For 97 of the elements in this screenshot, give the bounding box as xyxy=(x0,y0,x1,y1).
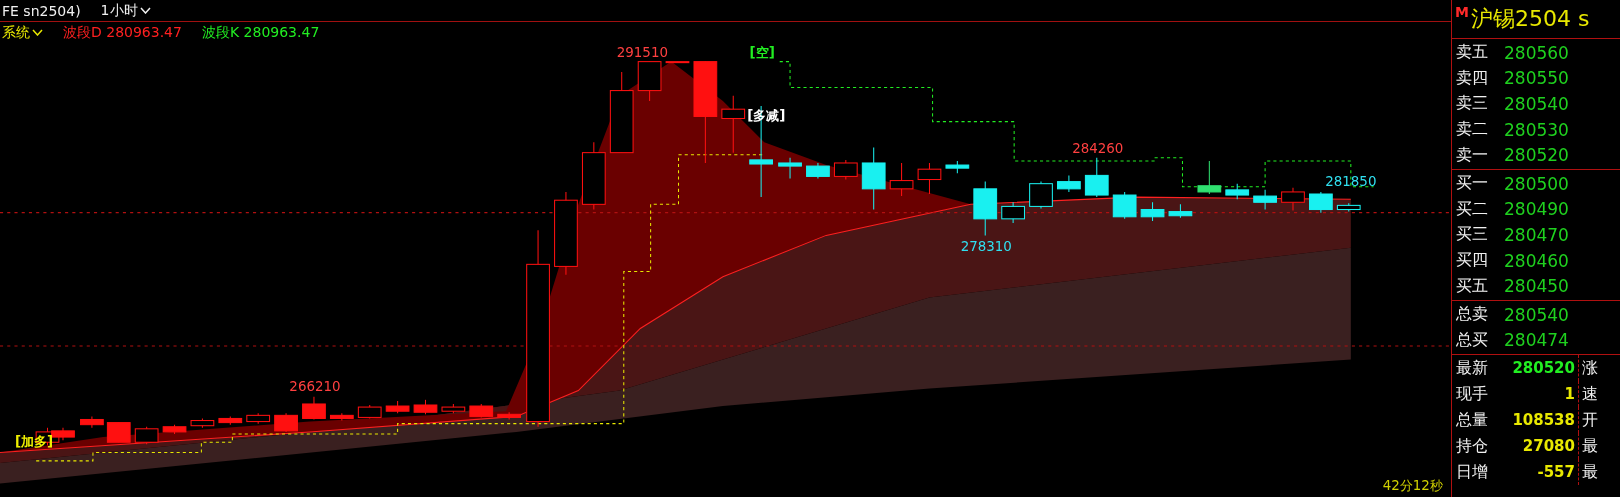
candlestick xyxy=(1336,202,1361,213)
countdown-timer: 42分12秒 xyxy=(1382,477,1443,493)
stat-value: 108538 xyxy=(1512,411,1576,430)
stat-value: 280520 xyxy=(1512,359,1576,378)
stat-label: 总量 xyxy=(1456,409,1489,431)
order-price: 280460 xyxy=(1504,250,1569,271)
candlestick xyxy=(1057,174,1081,193)
price-label: 291510 xyxy=(616,45,668,61)
candlestick xyxy=(917,162,942,195)
candlestick xyxy=(497,411,521,420)
candlestick xyxy=(833,159,858,181)
price-label: 266210 xyxy=(289,378,341,394)
stat-label: 最 xyxy=(1578,433,1620,460)
candlestick xyxy=(106,422,131,443)
candlestick xyxy=(1112,191,1137,220)
candlestick xyxy=(134,426,159,445)
candlestick xyxy=(469,403,494,418)
candlestick xyxy=(162,424,187,435)
candlestick xyxy=(357,404,382,419)
signal-label: [空] xyxy=(749,45,775,61)
order-level-label: 卖五 xyxy=(1456,42,1488,64)
candlestick xyxy=(274,412,298,433)
candlestick xyxy=(889,162,914,197)
order-price: 280540 xyxy=(1504,304,1569,325)
order-level-label: 卖三 xyxy=(1456,93,1488,115)
period-dropdown[interactable]: 1小时 xyxy=(100,1,151,20)
candlestick xyxy=(385,400,410,414)
candlestick xyxy=(1084,157,1109,198)
candlestick xyxy=(721,95,746,154)
stat-label: 最新 xyxy=(1456,357,1489,379)
order-level-label: 总买 xyxy=(1456,329,1488,351)
stat-label: 速 xyxy=(1578,381,1620,408)
stat-label: 现手 xyxy=(1456,383,1489,405)
indicator-value: 波段K 280963.47 xyxy=(201,23,320,42)
candlestick xyxy=(413,399,438,415)
symbol-label: FE sn2504) xyxy=(2,2,81,19)
price-label: 281850 xyxy=(1325,173,1377,189)
candlestick xyxy=(218,415,243,426)
order-level-label: 买四 xyxy=(1456,250,1488,272)
candlestick xyxy=(637,61,662,102)
candlestick xyxy=(973,181,998,236)
candlestick xyxy=(1029,181,1053,209)
candlestick xyxy=(1140,201,1165,222)
candlestick xyxy=(80,415,104,429)
stat-label: 最 xyxy=(1578,459,1620,486)
stat-label: 开 xyxy=(1578,407,1620,434)
order-level-label: 卖二 xyxy=(1456,119,1488,141)
stat-value: 1 xyxy=(1563,385,1576,404)
order-price: 280500 xyxy=(1504,173,1569,194)
price-label: 284260 xyxy=(1072,140,1124,156)
order-price: 280560 xyxy=(1504,42,1569,63)
order-price: 280550 xyxy=(1504,68,1569,89)
candlestick xyxy=(861,146,886,211)
candlestick xyxy=(329,412,354,422)
candlestick xyxy=(778,157,802,179)
candlestick xyxy=(1309,191,1333,214)
candlestick xyxy=(190,417,215,429)
indicator-value: 波段D 280963.47 xyxy=(63,23,182,42)
stat-label: 日增 xyxy=(1456,461,1489,483)
candlestick xyxy=(441,403,466,414)
candlestick xyxy=(1225,183,1250,200)
candlestick xyxy=(665,61,690,64)
candlestick xyxy=(1197,160,1222,195)
order-price: 280530 xyxy=(1504,119,1569,140)
order-price: 280490 xyxy=(1504,199,1569,220)
contract-title: 沪锡2504 s xyxy=(1470,5,1590,33)
stat-value: 27080 xyxy=(1521,437,1576,456)
candlestick xyxy=(246,412,271,425)
market-letter: M xyxy=(1455,4,1469,20)
candlestick xyxy=(945,160,970,174)
candlestick xyxy=(302,396,326,420)
stat-label: 持仓 xyxy=(1456,435,1489,457)
system-dropdown[interactable]: 系统 xyxy=(2,23,43,42)
order-level-label: 买五 xyxy=(1456,275,1488,297)
order-level-label: 卖四 xyxy=(1456,67,1488,89)
order-price: 280520 xyxy=(1504,145,1569,166)
caret-icon xyxy=(32,29,43,36)
stat-value: -557 xyxy=(1536,463,1576,482)
candlestick xyxy=(1168,203,1193,219)
candlestick xyxy=(1001,201,1025,224)
candlestick xyxy=(581,141,606,211)
candlestick xyxy=(1281,187,1305,212)
order-level-label: 买三 xyxy=(1456,224,1488,246)
order-price: 280450 xyxy=(1504,276,1569,297)
candlestick xyxy=(51,427,75,441)
candlestick xyxy=(806,162,830,179)
order-price: 280470 xyxy=(1504,224,1569,245)
order-level-label: 买一 xyxy=(1456,173,1488,195)
order-level-label: 买二 xyxy=(1456,198,1488,220)
caret-icon xyxy=(139,7,151,14)
order-price: 280540 xyxy=(1504,94,1569,114)
candlestick xyxy=(1253,189,1277,211)
price-label: 278310 xyxy=(960,238,1012,254)
order-level-label: 总卖 xyxy=(1456,304,1488,326)
stat-label: 涨 xyxy=(1578,355,1620,382)
order-price: 280474 xyxy=(1504,330,1569,351)
order-level-label: 卖一 xyxy=(1456,144,1488,166)
